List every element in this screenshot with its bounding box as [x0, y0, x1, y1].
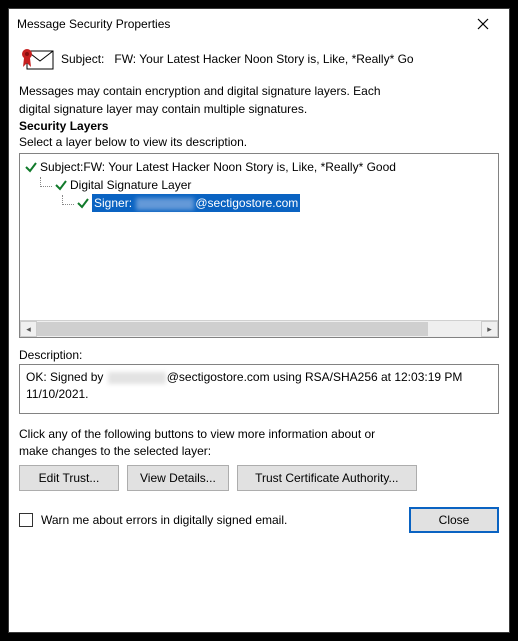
action-button-row: Edit Trust... View Details... Trust Cert… [19, 465, 499, 491]
tree-siglayer-label: Digital Signature Layer [70, 176, 191, 194]
tree-row-signer[interactable]: Signer: @sectigostore.com [24, 194, 494, 212]
edit-trust-button[interactable]: Edit Trust... [19, 465, 119, 491]
info-text-2: digital signature layer may contain mult… [19, 101, 499, 117]
tree-row-siglayer[interactable]: Digital Signature Layer [24, 176, 494, 194]
warn-checkbox[interactable] [19, 513, 33, 527]
scroll-left-button[interactable]: ◂ [20, 321, 37, 337]
window-title: Message Security Properties [17, 17, 463, 31]
tree-subject-label: Subject: [40, 158, 83, 176]
tree-row-subject[interactable]: Subject: FW: Your Latest Hacker Noon Sto… [24, 158, 494, 176]
subject-label: Subject: [61, 52, 104, 66]
description-label: Description: [19, 348, 499, 362]
tree-connector-icon [40, 177, 52, 187]
warn-checkbox-label: Warn me about errors in digitally signed… [41, 513, 287, 527]
hint-line1: Click any of the following buttons to vi… [19, 426, 499, 442]
scroll-thumb[interactable] [37, 322, 428, 336]
security-layers-heading: Security Layers [19, 119, 499, 133]
checkmark-icon [76, 196, 90, 210]
redacted-text [108, 372, 166, 384]
info-text-1: Messages may contain encryption and digi… [19, 83, 499, 99]
tree-subject-value: FW: Your Latest Hacker Noon Story is, Li… [83, 158, 396, 176]
close-button[interactable]: Close [409, 507, 499, 533]
window-close-button[interactable] [463, 11, 503, 37]
horizontal-scrollbar[interactable]: ◂ ▸ [20, 320, 498, 337]
trust-ca-button[interactable]: Trust Certificate Authority... [237, 465, 417, 491]
scroll-right-button[interactable]: ▸ [481, 321, 498, 337]
redacted-text [136, 198, 194, 210]
tree-signer-selected: Signer: @sectigostore.com [92, 194, 300, 212]
subject-value: FW: Your Latest Hacker Noon Story is, Li… [114, 52, 413, 66]
signed-envelope-icon [19, 45, 55, 73]
subject-row: Subject: FW: Your Latest Hacker Noon Sto… [19, 45, 499, 73]
dialog-window: Message Security Properties [8, 8, 510, 633]
view-details-button[interactable]: View Details... [127, 465, 229, 491]
tree-signer-prefix: Signer: [94, 196, 135, 210]
hint-line2: make changes to the selected layer: [19, 443, 499, 459]
close-icon [477, 18, 489, 30]
scroll-track[interactable] [37, 321, 481, 337]
description-prefix: OK: Signed by [26, 370, 107, 384]
checkmark-icon [54, 178, 68, 192]
layers-tree[interactable]: Subject: FW: Your Latest Hacker Noon Sto… [19, 153, 499, 338]
titlebar: Message Security Properties [9, 9, 509, 39]
checkmark-icon [24, 160, 38, 174]
bottom-row: Warn me about errors in digitally signed… [19, 507, 499, 533]
description-box: OK: Signed by @sectigostore.com using RS… [19, 364, 499, 414]
tree-connector-icon [62, 195, 74, 205]
select-layer-text: Select a layer below to view its descrip… [19, 135, 499, 149]
tree-signer-suffix: @sectigostore.com [195, 196, 298, 210]
